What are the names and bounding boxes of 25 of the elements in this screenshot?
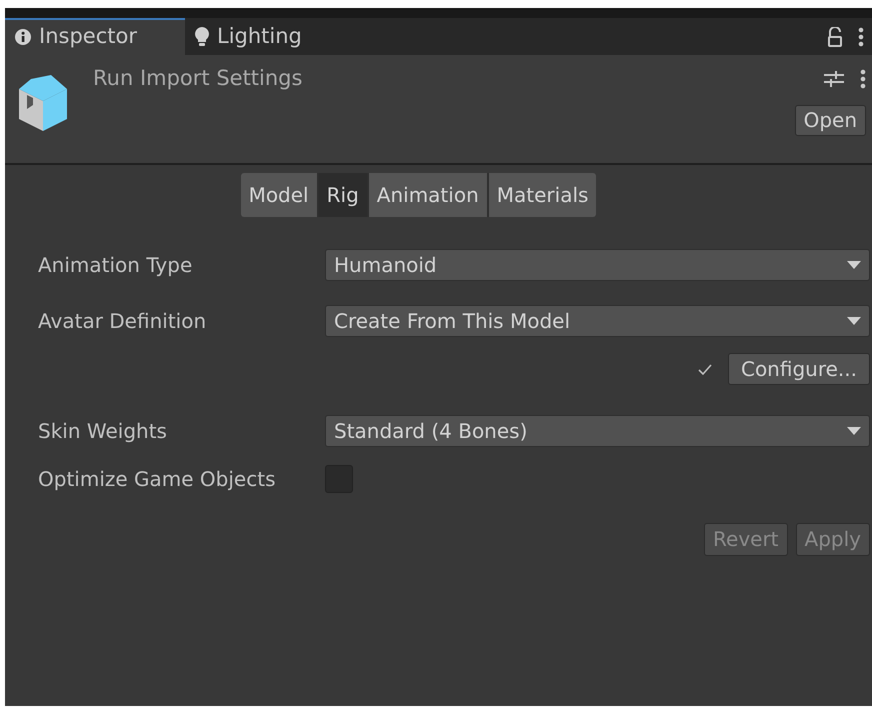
dropdown-arrow-icon xyxy=(847,317,861,325)
dropdown-arrow-icon xyxy=(847,261,861,269)
panel-tab[interactable]: Inspector xyxy=(5,18,185,55)
section-tab[interactable]: Rig xyxy=(318,173,369,217)
dropdown[interactable]: Create From This Model xyxy=(325,305,870,337)
dropdown[interactable]: Standard (4 Bones) xyxy=(325,415,870,447)
dropdown[interactable]: Humanoid xyxy=(325,249,870,281)
more-icon[interactable] xyxy=(860,69,866,89)
panel-tab[interactable]: Lighting xyxy=(185,18,365,55)
lock-icon[interactable] xyxy=(828,26,842,46)
section-tab[interactable]: Model xyxy=(240,173,319,217)
field-label: Optimize Game Objects xyxy=(37,466,276,493)
section-tab[interactable]: Animation xyxy=(368,173,489,217)
open-button[interactable]: Open xyxy=(794,105,866,136)
asset-title: Run Import Settings xyxy=(93,65,302,92)
field-label: Avatar Definition xyxy=(37,308,208,335)
lightbulb-icon xyxy=(195,26,209,46)
settings-sliders-icon[interactable] xyxy=(824,70,844,88)
dropdown-arrow-icon xyxy=(847,427,861,435)
field-label: Skin Weights xyxy=(37,418,168,445)
configure-button[interactable]: Configure... xyxy=(728,353,870,385)
more-icon[interactable] xyxy=(858,26,864,46)
field-label: Animation Type xyxy=(37,252,194,279)
section-tab[interactable]: Materials xyxy=(488,173,596,217)
info-icon xyxy=(15,28,31,44)
